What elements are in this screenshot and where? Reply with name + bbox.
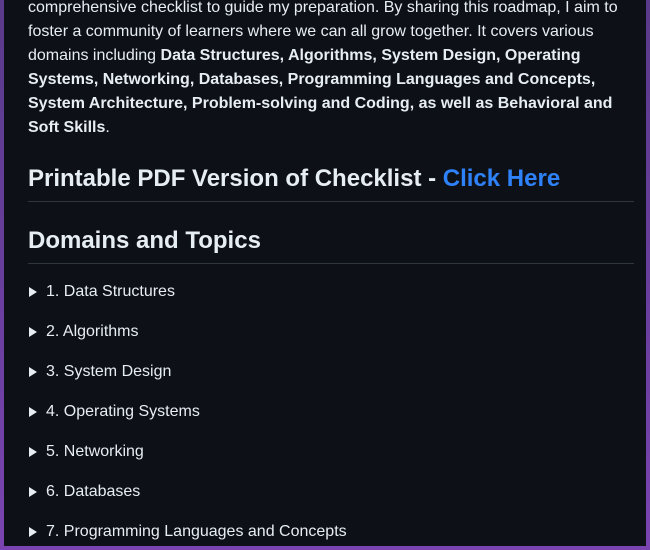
domain-item-algorithms[interactable]: 2. Algorithms bbox=[28, 320, 634, 344]
domain-item-label: 5. Networking bbox=[46, 443, 144, 460]
triangle-right-icon bbox=[29, 407, 37, 417]
domain-item-label: 6. Databases bbox=[46, 483, 141, 500]
domains-heading: Domains and Topics bbox=[28, 225, 634, 264]
readme-content: comprehensive checklist to guide my prep… bbox=[28, 0, 634, 546]
domain-item-databases[interactable]: 6. Databases bbox=[28, 480, 634, 504]
pdf-click-here-link[interactable]: Click Here bbox=[443, 165, 560, 192]
domains-list: 1. Data Structures 2. Algorithms 3. Syst… bbox=[28, 280, 634, 544]
domain-item-operating-systems[interactable]: 4. Operating Systems bbox=[28, 400, 634, 424]
domain-item-label: 1. Data Structures bbox=[46, 283, 175, 300]
triangle-right-icon bbox=[29, 527, 37, 537]
domain-item-label: 4. Operating Systems bbox=[46, 403, 200, 420]
domain-item-system-design[interactable]: 3. System Design bbox=[28, 360, 634, 384]
intro-text-end: . bbox=[105, 119, 110, 136]
readme-panel: comprehensive checklist to guide my prep… bbox=[4, 0, 646, 546]
pdf-heading: Printable PDF Version of Checklist - Cli… bbox=[28, 163, 634, 202]
pdf-heading-text: Printable PDF Version of Checklist - bbox=[28, 165, 443, 192]
intro-paragraph: comprehensive checklist to guide my prep… bbox=[28, 0, 634, 140]
domain-item-label: 7. Programming Languages and Concepts bbox=[46, 523, 347, 540]
domain-item-label: 3. System Design bbox=[46, 363, 172, 380]
domain-item-label: 2. Algorithms bbox=[46, 323, 139, 340]
triangle-right-icon bbox=[29, 287, 37, 297]
domain-item-programming-languages[interactable]: 7. Programming Languages and Concepts bbox=[28, 520, 634, 544]
triangle-right-icon bbox=[29, 367, 37, 377]
triangle-right-icon bbox=[29, 327, 37, 337]
domain-item-data-structures[interactable]: 1. Data Structures bbox=[28, 280, 634, 304]
domain-item-networking[interactable]: 5. Networking bbox=[28, 440, 634, 464]
triangle-right-icon bbox=[29, 447, 37, 457]
triangle-right-icon bbox=[29, 487, 37, 497]
